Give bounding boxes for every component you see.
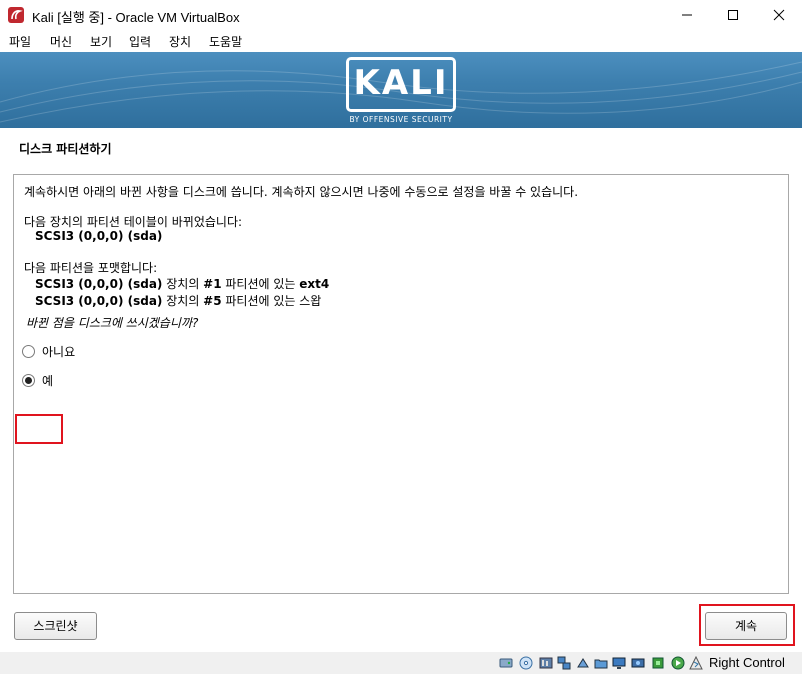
menu-bar: 파일 머신 보기 입력 장치 도움말 [0,30,802,52]
option-yes-radio[interactable] [22,374,35,387]
option-no-radio[interactable] [22,345,35,358]
format-item-partition: #1 [203,277,222,291]
mouse-integration-icon[interactable] [671,656,685,670]
maximize-button[interactable] [710,0,756,30]
format-item-text: 장치의 [162,294,204,308]
highlight-continue-annotation [699,604,795,646]
cpu-icon[interactable] [651,656,665,670]
close-icon [773,9,785,21]
window-title: Kali [실행 중] - Oracle VM VirtualBox [32,10,240,25]
virtualbox-kali-icon [8,7,24,23]
format-label: 다음 파티션을 포맷합니다: [24,261,158,275]
menu-input[interactable]: 입력 [129,33,151,50]
optical-drive-icon[interactable] [519,656,533,670]
highlight-yes-annotation [15,414,63,444]
maximize-icon [728,10,738,20]
installer-content-panel: 계속하시면 아래의 바뀐 사항을 디스크에 씁니다. 계속하지 않으시면 나중에… [13,174,789,594]
minimize-button[interactable] [664,0,710,30]
format-item-text: 파티션에 있는 [221,294,300,308]
menu-file[interactable]: 파일 [9,33,31,50]
window-title-bar[interactable]: Kali [실행 중] - Oracle VM VirtualBox [0,0,802,30]
audio-icon[interactable] [539,656,553,670]
partition-table-changed-label: 다음 장치의 파티션 테이블이 바뀌었습니다: [24,215,243,229]
option-no[interactable]: 아니요 [22,343,75,360]
format-item-device: SCSI3 (0,0,0) (sda) [35,294,163,308]
minimize-icon [682,14,692,16]
format-item-text: 장치의 [162,277,204,291]
partition-table-device: SCSI3 (0,0,0) (sda) [35,229,163,243]
section-title: 디스크 파티션하기 [19,142,112,156]
menu-help[interactable]: 도움말 [209,33,242,50]
kali-banner: KALI BY OFFENSIVE SECURITY [0,52,802,128]
option-yes[interactable]: 예 [22,372,53,389]
keyboard-icon[interactable] [689,656,703,670]
display-icon[interactable] [612,656,626,670]
status-bar: Right Control [0,652,802,674]
format-item: SCSI3 (0,0,0) (sda) 장치의 #5 파티션에 있는 스왑 [35,292,321,309]
vm-screen[interactable]: KALI BY OFFENSIVE SECURITY 디스크 파티션하기 계속하… [0,52,802,652]
network-icon[interactable] [557,656,571,670]
hard-disk-icon[interactable] [499,656,513,670]
format-item-text: 파티션에 있는 [221,277,300,291]
close-button[interactable] [756,0,802,30]
usb-icon[interactable] [576,656,590,670]
kali-logo-subtitle: BY OFFENSIVE SECURITY [349,115,453,124]
kali-logo-text: KALI [353,63,449,103]
confirm-question: 바뀐 점을 디스크에 쓰시겠습니까? [26,316,199,330]
kali-logo: KALI [346,57,456,112]
screenshot-button[interactable]: 스크린샷 [14,612,97,640]
format-item-device: SCSI3 (0,0,0) (sda) [35,277,163,291]
format-item: SCSI3 (0,0,0) (sda) 장치의 #1 파티션에 있는 ext4 [35,275,329,292]
menu-view[interactable]: 보기 [90,33,112,50]
format-item-filesystem: 스왑 [299,294,322,308]
intro-text: 계속하시면 아래의 바뀐 사항을 디스크에 씁니다. 계속하지 않으시면 나중에… [24,185,579,199]
option-yes-label[interactable]: 예 [42,372,53,389]
option-no-label[interactable]: 아니요 [42,343,75,360]
menu-devices[interactable]: 장치 [169,33,191,50]
format-item-filesystem: ext4 [299,277,330,291]
shared-folder-icon[interactable] [594,656,608,670]
menu-machine[interactable]: 머신 [50,33,72,50]
host-key-label: Right Control [709,655,785,670]
video-capture-icon[interactable] [631,656,645,670]
format-item-partition: #5 [203,294,222,308]
